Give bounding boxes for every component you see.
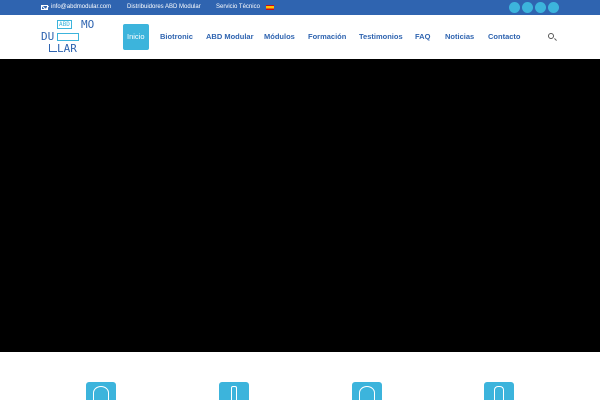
logo-box-shape (57, 33, 79, 41)
shield-icon[interactable] (352, 382, 382, 400)
mail-icon (41, 5, 48, 10)
abd-modular-logo[interactable]: ABD MO DU LAR (41, 19, 95, 55)
bottle-icon[interactable] (219, 382, 249, 400)
pen-tool-icon[interactable] (86, 382, 116, 400)
nav-item-faq[interactable]: FAQ (415, 15, 430, 59)
logo-abd-text: ABD (57, 20, 72, 29)
social-icon-4[interactable] (548, 2, 559, 13)
nav-item-modulos[interactable]: Módulos (264, 15, 295, 59)
nav-item-testimonios[interactable]: Testimonios (359, 15, 403, 59)
nav-item-noticias[interactable]: Noticias (445, 15, 474, 59)
nav-item-abd-modular[interactable]: ABD Modular (206, 15, 254, 59)
nav-item-formacion[interactable]: Formación (308, 15, 346, 59)
spain-flag-icon[interactable] (266, 5, 274, 10)
site-header: ABD MO DU LAR Inicio Biotronic ABD Modul… (0, 15, 600, 59)
email-link[interactable]: info@abdmodular.com (51, 0, 111, 15)
search-icon[interactable] (548, 33, 554, 39)
logo-mo-text: MO (81, 18, 95, 31)
distributors-link[interactable]: Distribuidores ABD Modular (127, 0, 201, 15)
hero-video[interactable] (0, 59, 600, 352)
logo-corner-shape (49, 44, 57, 52)
nav-item-inicio[interactable]: Inicio (123, 24, 149, 50)
nav-item-contacto[interactable]: Contacto (488, 15, 521, 59)
service-link[interactable]: Servicio Técnico (216, 0, 260, 15)
social-icon-2[interactable] (522, 2, 533, 13)
nav-item-biotronic[interactable]: Biotronic (160, 15, 193, 59)
social-icon-1[interactable] (509, 2, 520, 13)
logo-lar-text: LAR (57, 42, 77, 55)
top-bar: info@abdmodular.com Distribuidores ABD M… (0, 0, 600, 15)
logo-du-text: DU (41, 30, 55, 43)
hand-icon[interactable] (484, 382, 514, 400)
social-icon-3[interactable] (535, 2, 546, 13)
